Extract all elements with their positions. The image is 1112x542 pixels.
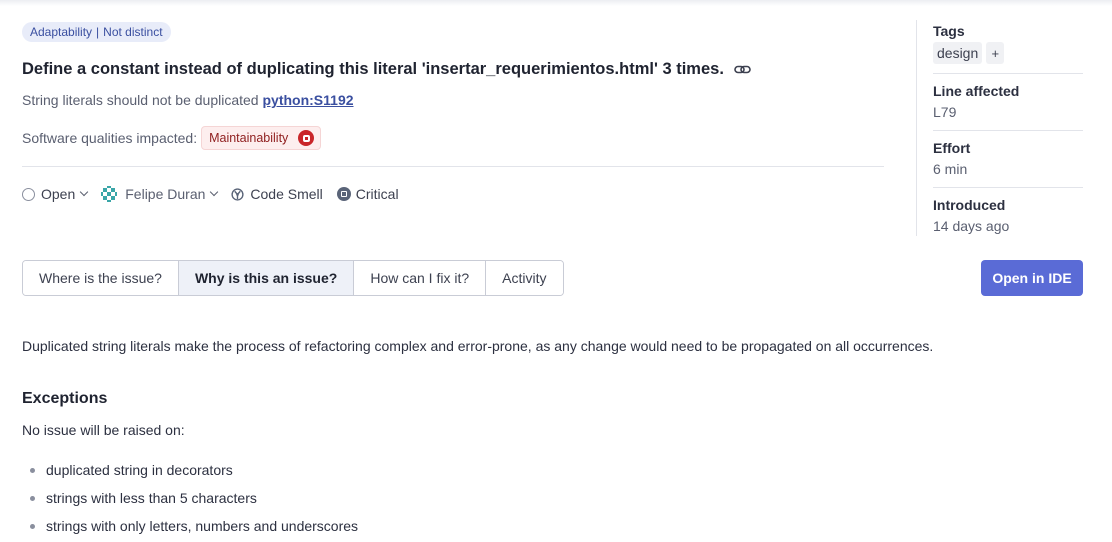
badge-attribute: Not distinct [103, 25, 163, 39]
critical-severity-icon [336, 187, 351, 201]
clean-code-attribute-badge: Adaptability | Not distinct [22, 22, 171, 42]
introduced-section: Introduced 14 days ago [933, 197, 1083, 234]
tag-list: design + [933, 42, 1083, 64]
list-item-text: duplicated string in decorators [46, 462, 233, 478]
top-shadow [0, 0, 1112, 6]
issue-meta-bar: Open Felipe Duran Code Smell Critical [22, 184, 413, 204]
line-affected-label: Line affected [933, 83, 1020, 99]
introduced-label: Introduced [933, 197, 1006, 213]
tags-section: Tags design + [933, 23, 1083, 64]
status-label: Open [41, 186, 76, 202]
exceptions-heading: Exceptions [22, 390, 108, 407]
issue-type: Code Smell [231, 186, 323, 202]
list-item: duplicated string in decorators [30, 456, 358, 484]
tab-where-is-the-issue[interactable]: Where is the issue? [23, 261, 179, 295]
assignee-name: Felipe Duran [125, 186, 206, 202]
rule-key-link[interactable]: python:S1192 [262, 92, 353, 108]
introduced-value: 14 days ago [933, 218, 1010, 234]
issue-tabs: Where is the issue? Why is this an issue… [22, 260, 564, 296]
badge-category: Adaptability [30, 25, 93, 39]
tag-design[interactable]: design [933, 42, 983, 64]
sidebar-divider [933, 130, 1083, 131]
exceptions-intro: No issue will be raised on: [22, 422, 185, 438]
chevron-down-icon [210, 187, 219, 197]
divider [22, 166, 884, 167]
issue-description: Duplicated string literals make the proc… [22, 338, 934, 354]
tags-label: Tags [933, 23, 965, 39]
software-qualities: Software qualities impacted: Maintainabi… [22, 126, 322, 150]
permalink-icon[interactable] [734, 63, 752, 77]
issue-type-label: Code Smell [250, 186, 323, 202]
assignee-dropdown[interactable]: Felipe Duran [101, 186, 219, 202]
issue-severity: Critical [336, 186, 399, 202]
high-impact-icon [298, 130, 315, 146]
code-smell-icon [231, 187, 244, 201]
exceptions-list: duplicated string in decorators strings … [30, 456, 358, 540]
bullet-icon [30, 523, 35, 529]
add-tag-button[interactable]: + [986, 42, 1005, 64]
tab-how-can-i-fix-it[interactable]: How can I fix it? [354, 261, 487, 295]
badge-separator: | [96, 25, 100, 39]
issue-title: Define a constant instead of duplicating… [22, 60, 752, 79]
list-item-text: strings with only letters, numbers and u… [46, 518, 359, 534]
sidebar-divider [933, 73, 1083, 74]
qualities-label: Software qualities impacted: [22, 130, 198, 146]
rule-line: String literals should not be duplicated… [22, 92, 354, 108]
bullet-icon [30, 495, 35, 501]
line-affected-value: L79 [933, 104, 957, 120]
quality-pill[interactable]: Maintainability [201, 126, 322, 150]
avatar [101, 186, 118, 202]
effort-value: 6 min [933, 161, 968, 177]
sidebar-divider [933, 187, 1083, 188]
list-item-text: strings with less than 5 characters [46, 490, 257, 506]
status-open-icon [22, 187, 35, 201]
status-dropdown[interactable]: Open [22, 186, 89, 202]
list-item: strings with less than 5 characters [30, 484, 358, 512]
chevron-down-icon [80, 187, 89, 197]
issue-title-text: Define a constant instead of duplicating… [22, 60, 724, 78]
effort-label: Effort [933, 140, 971, 156]
issue-sidebar: Tags design + Line affected L79 Effort 6… [916, 20, 1083, 236]
open-in-ide-button[interactable]: Open in IDE [981, 260, 1083, 296]
quality-label: Maintainability [209, 131, 289, 145]
severity-label: Critical [355, 186, 399, 202]
tab-activity[interactable]: Activity [486, 261, 563, 295]
tab-why-is-this-an-issue[interactable]: Why is this an issue? [178, 261, 355, 295]
list-item: strings with only letters, numbers and u… [30, 512, 358, 540]
rule-text: String literals should not be duplicated [22, 92, 259, 108]
line-affected-section: Line affected L79 [933, 83, 1083, 120]
effort-section: Effort 6 min [933, 140, 1083, 177]
bullet-icon [30, 467, 35, 473]
